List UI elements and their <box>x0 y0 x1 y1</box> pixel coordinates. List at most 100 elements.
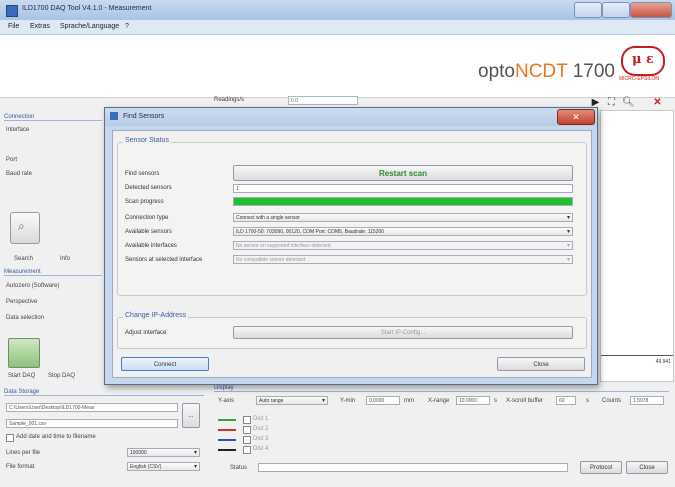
lines-per-file-select[interactable]: 100000 ▾ <box>127 448 200 457</box>
start-daq-label: Start DAQ <box>8 373 36 379</box>
data-selection-label: Data selection <box>6 315 45 321</box>
legend-line-3 <box>218 439 236 441</box>
chevron-down-icon: ▾ <box>321 398 325 404</box>
yaxis-label: Y-axis <box>218 398 235 404</box>
readings-label: Readings/s <box>214 97 245 103</box>
channel-3-checkbox[interactable] <box>243 436 251 444</box>
info-label: Info <box>60 256 71 262</box>
add-date-checkbox[interactable] <box>6 434 14 442</box>
chevron-down-icon: ▾ <box>193 450 197 456</box>
start-daq-button[interactable] <box>8 338 40 368</box>
scan-progress-fill <box>234 198 572 205</box>
legend-line-1 <box>218 419 236 421</box>
sensor-status-header: Sensor Status <box>123 137 171 144</box>
measurement-header: Measurement <box>4 269 102 276</box>
legend-line-2 <box>218 429 236 431</box>
ymin-field[interactable]: 0.0000 <box>366 396 400 405</box>
main-titlebar: ILD1700 DAQ Tool V4.1.0 - Measurement <box>0 0 675 20</box>
storage-path-field[interactable]: C:\Users\User\Desktop\ILD1700-Meas <box>6 403 178 412</box>
micro-epsilon-logo: μ ε <box>621 46 665 76</box>
footer-close-button[interactable]: Close <box>626 461 668 474</box>
ymin-unit: mm <box>404 398 414 404</box>
available-sensors-label: Available sensors <box>125 229 172 235</box>
channel-4-label: Dist 4 <box>253 446 269 452</box>
baud-label: Baud rate <box>6 171 33 177</box>
connection-header: Connection <box>4 114 102 121</box>
menu-language[interactable]: Sprache/Language <box>60 23 119 30</box>
ymin-label: Y-min <box>340 398 356 404</box>
sensors-selected-interface-label: Sensors at selected interface <box>125 257 203 263</box>
menu-file[interactable]: File <box>8 23 19 30</box>
chevron-down-icon: ▾ <box>566 229 570 235</box>
menu-bar: File Extras Sprache/Language ? <box>0 20 675 35</box>
search-button[interactable]: ⌕ <box>10 212 40 244</box>
legend-line-4 <box>218 449 236 451</box>
connection-type-label: Connection type <box>125 215 169 221</box>
xrange-label: X-range <box>428 398 450 404</box>
dialog-titlebar: Find Sensors ✕ <box>105 108 597 126</box>
minimize-button[interactable] <box>574 2 602 18</box>
menu-help[interactable]: ? <box>125 23 129 30</box>
protocol-button[interactable]: Protocol <box>580 461 622 474</box>
connect-button[interactable]: Connect <box>121 357 209 371</box>
available-sensors-select[interactable]: ILD 1700-50: 703090, 00120, COM Port: CO… <box>233 227 573 236</box>
zoom-icon[interactable]: 🔍︎ <box>622 97 635 108</box>
scroll-buffer-label: X-scroll buffer <box>506 398 543 404</box>
autozero-label: Autozero (Software) <box>6 283 60 289</box>
start-ip-config-button[interactable]: Start IP-Config... <box>233 326 573 339</box>
dialog-close-action-button[interactable]: Close <box>497 357 585 371</box>
channel-4-checkbox[interactable] <box>243 446 251 454</box>
change-ip-header: Change IP-Address <box>123 312 189 319</box>
scan-progress-bar <box>233 197 573 206</box>
chevron-down-icon: ▾ <box>566 257 570 263</box>
counts-field: 1.5978 <box>630 396 664 405</box>
add-date-label: Add date and time to filename <box>16 434 96 440</box>
channel-3-label: Dist 3 <box>253 436 269 442</box>
dialog-body: Sensor Status Find sensors Restart scan … <box>112 130 592 378</box>
lines-label: Lines per file <box>6 450 41 456</box>
dialog-close-button[interactable]: ✕ <box>557 109 595 125</box>
readings-value: 0.0 <box>288 96 358 105</box>
search-icon: ⌕ <box>18 219 25 233</box>
chart-axis <box>601 355 673 356</box>
file-format-label: File format <box>6 464 35 470</box>
port-label: Port <box>6 157 18 163</box>
restart-scan-button[interactable]: Restart scan <box>233 165 573 181</box>
detected-sensors-field: 1 <box>233 184 573 193</box>
chevron-down-icon: ▾ <box>566 215 570 221</box>
xrange-unit: s <box>494 398 497 404</box>
adjust-interface-label: Adjust interface <box>125 330 167 336</box>
dialog-icon <box>110 112 118 120</box>
channel-2-checkbox[interactable] <box>243 426 251 434</box>
status-field <box>258 463 568 472</box>
chart-tick-label: 49.941 <box>655 359 671 365</box>
browse-button[interactable]: ... <box>182 403 200 428</box>
status-label: Status <box>230 465 248 471</box>
sensors-selected-interface-select: No compatible sensor detected ▾ <box>233 255 573 264</box>
stop-daq-label: Stop DAQ <box>48 373 76 379</box>
connection-type-select[interactable]: Connect with a single sensor ▾ <box>233 213 573 222</box>
close-chart-icon[interactable]: ✕ <box>652 97 663 108</box>
display-header: Display <box>214 385 669 392</box>
yaxis-select[interactable]: Auto range ▾ <box>256 396 328 405</box>
storage-filename-field[interactable]: Sample_001.csv <box>6 419 178 428</box>
counts-label: Counts <box>602 398 622 404</box>
menu-extras[interactable]: Extras <box>30 23 50 30</box>
s-unit: s <box>586 398 589 404</box>
available-interfaces-label: Available interfaces <box>125 243 177 249</box>
available-interfaces-select: No sensor on supported interface detecte… <box>233 241 573 250</box>
channel-1-checkbox[interactable] <box>243 416 251 424</box>
chart-area[interactable]: 49.941 <box>600 110 674 382</box>
scroll-buffer-field[interactable]: 60 <box>556 396 576 405</box>
maximize-button[interactable] <box>602 2 630 18</box>
fit-icon[interactable]: ⛶ <box>606 97 617 108</box>
xrange-field[interactable]: 10.0000 <box>456 396 490 405</box>
interface-label: Interface <box>6 127 30 133</box>
scan-progress-label: Scan progress <box>125 199 164 205</box>
product-name: optoNCDT 1700 <box>478 61 615 82</box>
file-format-select[interactable]: English (CSV) ▾ <box>127 462 200 471</box>
window-close-button[interactable] <box>630 2 672 18</box>
search-label: Search <box>14 256 34 262</box>
channel-1-label: Dist 1 <box>253 416 269 422</box>
chevron-down-icon: ▾ <box>193 464 197 470</box>
